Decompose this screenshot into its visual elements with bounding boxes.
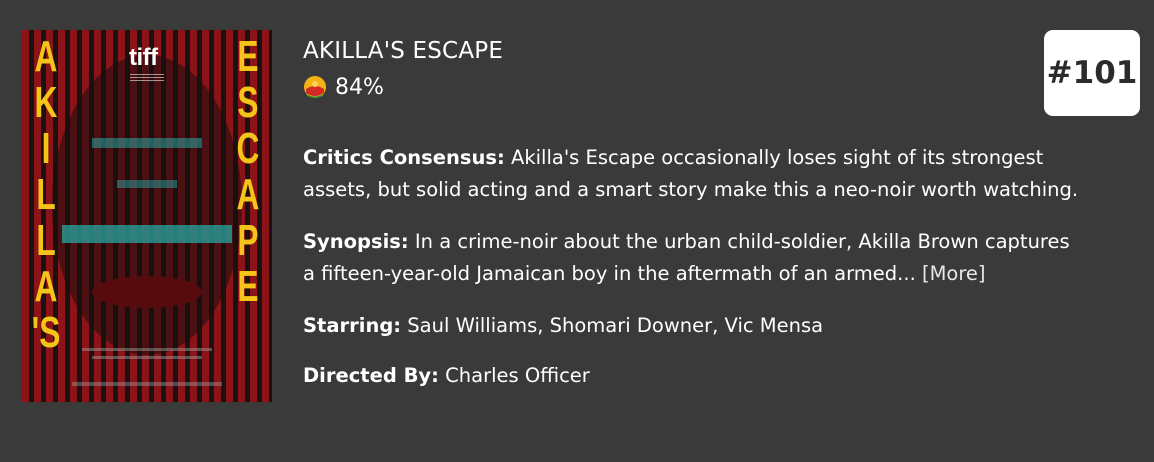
starring-value: Saul Williams, Shomari Downer, Vic Mensa [407, 314, 824, 337]
tomatometer-score: 84% [335, 74, 384, 100]
starring: Starring: Saul Williams, Shomari Downer,… [303, 310, 1149, 342]
synopsis-label: Synopsis: [303, 230, 409, 253]
directed-by-value: Charles Officer [445, 364, 590, 387]
directed-by-label: Directed By: [303, 364, 439, 387]
starring-label: Starring: [303, 314, 402, 337]
tomatometer: 84% [303, 72, 384, 102]
synopsis-line1: In a crime-noir about the urban child-so… [414, 230, 1070, 253]
critics-consensus-label: Critics Consensus: [303, 146, 505, 169]
poster-title-left: A K I L L A 'S [31, 32, 61, 357]
critics-consensus: Critics Consensus: Akilla's Escape occas… [303, 142, 1149, 206]
tiff-logo-subtext [130, 74, 164, 82]
movie-card: tiff A K I L L A 'S E S C A P E AKILLA'S… [0, 0, 1154, 462]
synopsis: Synopsis: In a crime-noir about the urba… [303, 226, 1149, 290]
poster-title-right: E S C A P E [236, 32, 260, 311]
certified-fresh-icon [303, 75, 327, 99]
critics-consensus-line2: assets, but solid acting and a smart sto… [303, 178, 1079, 201]
critics-consensus-line1: Akilla's Escape occasionally loses sight… [510, 146, 1044, 169]
movie-title[interactable]: AKILLA'S ESCAPE [303, 38, 503, 64]
movie-poster[interactable]: tiff A K I L L A 'S E S C A P E [22, 30, 272, 402]
tiff-logo: tiff [129, 44, 158, 71]
synopsis-line2: a fifteen-year-old Jamaican boy in the a… [303, 262, 916, 285]
directed-by: Directed By: Charles Officer [303, 360, 1149, 392]
rank-badge: #101 [1044, 30, 1140, 116]
more-link[interactable]: [More] [922, 262, 986, 285]
